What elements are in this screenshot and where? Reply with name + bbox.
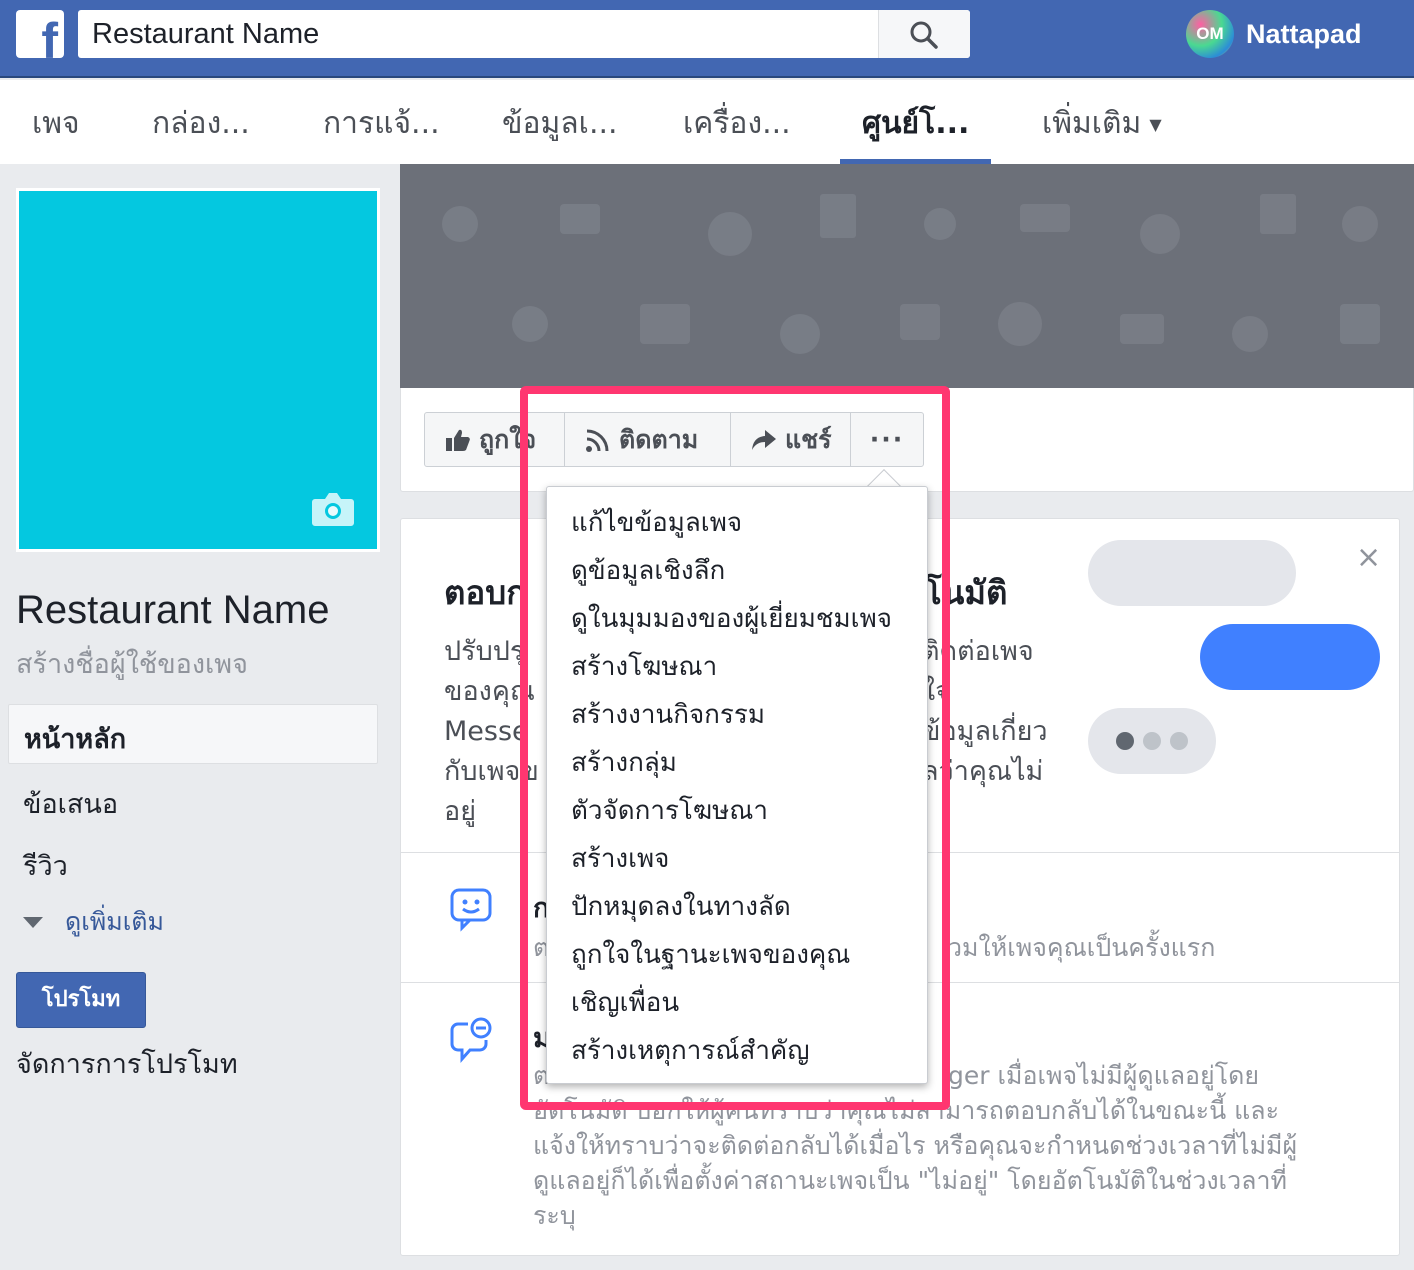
typing-dot (1143, 732, 1161, 750)
tab-label: การแจ้... (323, 106, 440, 141)
tab-label: ข้อมูลเ... (502, 106, 618, 141)
tab-inbox[interactable]: กล่อง... (152, 80, 250, 164)
tab-insights[interactable]: ข้อมูลเ... (502, 80, 618, 164)
tab-publishing-tools[interactable]: เครื่อง... (683, 80, 791, 164)
search-input[interactable] (78, 10, 878, 58)
username: Nattapad (1246, 18, 1362, 49)
tab-page[interactable]: เพจ (32, 80, 80, 164)
sidebar-item-reviews[interactable]: รีวิว (23, 844, 68, 887)
user-profile-link[interactable]: OM Nattapad (1186, 10, 1362, 58)
facebook-logo-icon[interactable]: f (16, 10, 64, 58)
desc-line: อยู่ (444, 796, 477, 827)
close-icon[interactable]: × (1356, 540, 1381, 575)
tab-notifications[interactable]: การแจ้... (323, 80, 440, 164)
tab-label: กล่อง... (152, 106, 250, 141)
create-username-link[interactable]: สร้างชื่อผู้ใช้ของเพจ (16, 642, 248, 685)
tab-label: เครื่อง... (683, 106, 791, 141)
highlight-annotation-box (520, 386, 950, 1110)
avatar: OM (1186, 10, 1234, 58)
tab-label: เพิ่มเติม (1042, 106, 1142, 141)
tab-ad-center[interactable]: ศูนย์โ... (839, 80, 992, 164)
triangle-down-icon (23, 916, 43, 928)
search-icon (910, 21, 938, 49)
profile-picture[interactable] (16, 188, 380, 552)
search-bar (78, 10, 970, 58)
see-more-link[interactable]: ดูเพิ่มเติม (23, 902, 164, 942)
chat-bubble-illustration (1088, 540, 1296, 606)
manage-promotions-link[interactable]: จัดการการโปรโมท (16, 1042, 238, 1085)
tab-label: ศูนย์โ... (862, 106, 970, 141)
desc-line: ปรับปรุ (444, 636, 525, 667)
desc-text: ระบุ (533, 1201, 576, 1230)
sidebar-item-offers[interactable]: ข้อเสนอ (23, 782, 118, 825)
search-button[interactable] (878, 10, 970, 58)
typing-dot (1170, 732, 1188, 750)
thumbs-up-icon (446, 429, 470, 451)
tab-more[interactable]: เพิ่มเติม ▼ (1042, 80, 1162, 164)
smiley-chat-icon (450, 888, 492, 932)
typing-dot (1116, 732, 1134, 750)
promote-button[interactable]: โปรโมท (16, 972, 146, 1028)
typing-indicator-illustration (1088, 708, 1216, 774)
tab-label: เพจ (32, 106, 80, 141)
sidebar-item-home[interactable]: หน้าหลัก (8, 704, 378, 764)
desc-line: Messe (444, 716, 529, 747)
see-more-label: ดูเพิ่มเติม (65, 907, 164, 936)
sidebar-item-label: หน้าหลัก (24, 724, 127, 755)
cover-photo[interactable] (400, 164, 1414, 388)
cover-pattern (442, 194, 1380, 354)
desc-text: ดูแลอยู่ก็ได้เพื่อตั้งค่าสถานะเพจเป็น "ไ… (533, 1166, 1287, 1195)
dropdown-caret-icon: ▼ (1149, 114, 1162, 134)
page-tab-row: เพจ กล่อง... การแจ้... ข้อมูลเ... เครื่อ… (0, 80, 1414, 164)
camera-icon[interactable] (311, 491, 355, 527)
away-chat-icon (450, 1017, 492, 1063)
card-title-part: ตอบก (444, 573, 527, 612)
desc-text: ger เมื่อเพจไม่มีผู้ดูแลอยู่โดย (948, 1061, 1260, 1090)
top-navigation-bar: f OM Nattapad (0, 0, 1414, 78)
facebook-logo-letter: f (41, 13, 58, 58)
page-name: Restaurant Name (16, 588, 330, 632)
desc-text: วมให้เพจคุณเป็นครั้งแรก (948, 933, 1216, 962)
desc-text: แจ้งให้ทราบว่าจะติดต่อกลับได้เมื่อไร หรื… (533, 1131, 1298, 1160)
chat-bubble-illustration (1200, 624, 1380, 690)
